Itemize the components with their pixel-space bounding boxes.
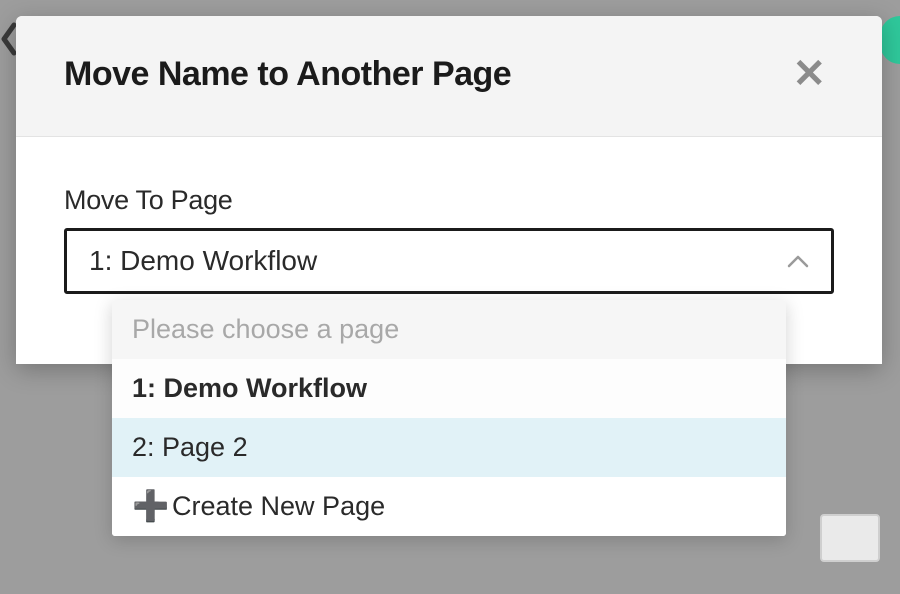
- dropdown-placeholder-text: Please choose a page: [132, 314, 399, 345]
- create-new-page-label: Create New Page: [172, 491, 385, 522]
- create-new-page-option[interactable]: ➕ Create New Page: [112, 477, 786, 536]
- plus-icon: ➕: [132, 492, 158, 522]
- page-select-value: 1: Demo Workflow: [89, 245, 317, 277]
- modal-body: Move To Page 1: Demo Workflow Please cho…: [16, 137, 882, 364]
- modal-header: Move Name to Another Page ✕: [16, 16, 882, 137]
- background-avatar: [880, 16, 900, 64]
- close-button[interactable]: ✕: [784, 50, 834, 98]
- page-dropdown: Please choose a page 1: Demo Workflow 2:…: [112, 300, 786, 536]
- background-panel: [820, 514, 880, 562]
- dropdown-placeholder: Please choose a page: [112, 300, 786, 359]
- chevron-up-icon: [787, 254, 809, 268]
- dropdown-option-2[interactable]: 2: Page 2: [112, 418, 786, 477]
- move-page-modal: Move Name to Another Page ✕ Move To Page…: [16, 16, 882, 364]
- dropdown-option-1[interactable]: 1: Demo Workflow: [112, 359, 786, 418]
- page-select[interactable]: 1: Demo Workflow: [64, 228, 834, 294]
- dropdown-option-label: 2: Page 2: [132, 432, 248, 463]
- move-to-page-label: Move To Page: [64, 185, 834, 216]
- modal-title: Move Name to Another Page: [64, 55, 511, 94]
- close-icon: ✕: [792, 52, 826, 96]
- dropdown-option-label: 1: Demo Workflow: [132, 373, 367, 404]
